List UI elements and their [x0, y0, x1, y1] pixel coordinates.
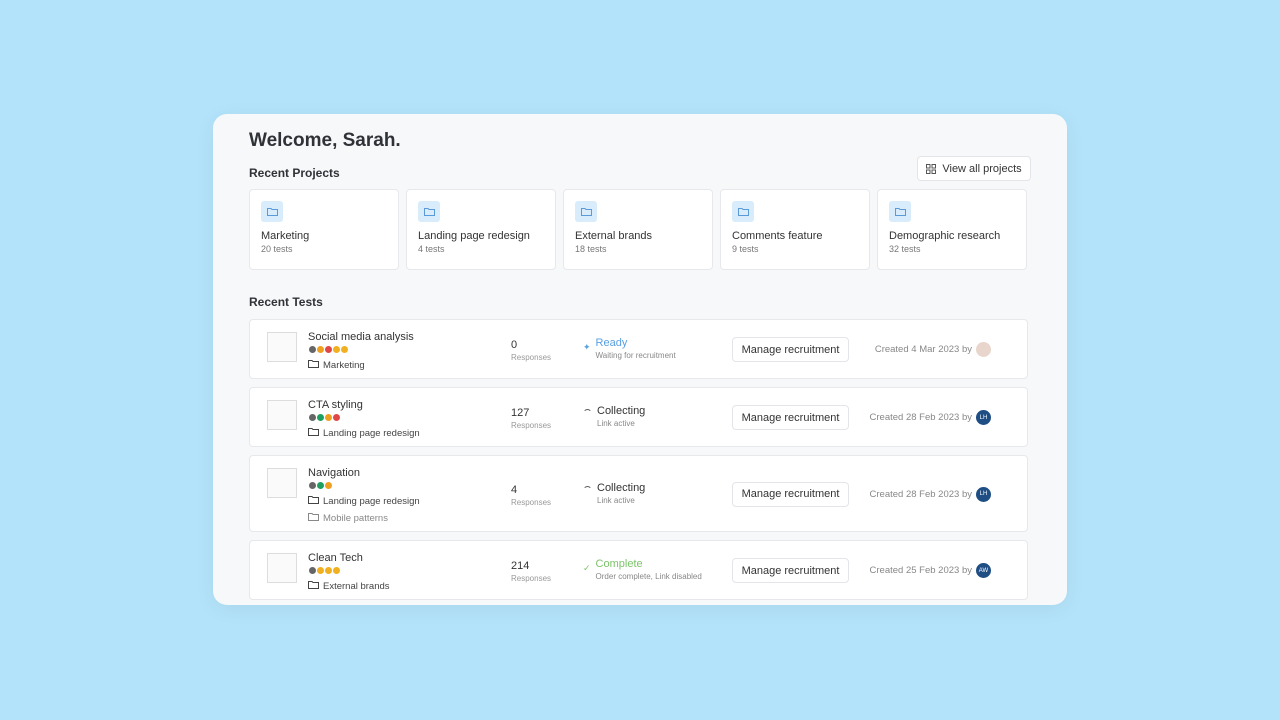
test-thumbnail: [267, 332, 297, 362]
project-card[interactable]: External brands 18 tests: [563, 189, 713, 270]
test-thumbnail: [267, 400, 297, 430]
test-type-badge: [332, 566, 341, 575]
grid-icon: [926, 163, 937, 174]
test-name[interactable]: Social media analysis: [308, 331, 414, 343]
test-row[interactable]: CTA styling Landing page redesign 127 Res…: [249, 387, 1028, 447]
project-name: Marketing: [261, 230, 310, 242]
folder-icon: [732, 201, 754, 222]
project-name: External brands: [575, 230, 653, 242]
created-info: Created 28 Feb 2023 by LH: [870, 410, 991, 425]
test-row[interactable]: Clean Tech External brands 214 Responses …: [249, 540, 1028, 600]
project-card[interactable]: Landing page redesign 4 tests: [406, 189, 556, 270]
test-row[interactable]: Navigation Landing page redesign Mobile …: [249, 455, 1028, 532]
project-card[interactable]: Comments feature 9 tests: [720, 189, 870, 270]
view-all-projects-button[interactable]: View all projects: [917, 156, 1031, 181]
test-status: Collecting Link active: [583, 405, 645, 428]
project-card[interactable]: Marketing 20 tests: [249, 189, 399, 270]
test-badges: [308, 345, 349, 354]
test-project[interactable]: Landing page redesign: [308, 427, 420, 439]
test-project[interactable]: Landing page redesign: [308, 495, 420, 507]
spinner-icon: [583, 405, 592, 428]
created-info: Created 25 Feb 2023 by AW: [870, 563, 991, 578]
view-all-label: View all projects: [942, 162, 1022, 175]
project-test-count: 18 tests: [575, 244, 607, 254]
responses-count: 4 Responses: [511, 483, 552, 507]
folder-icon: [889, 201, 911, 222]
project-name: Demographic research: [889, 230, 1001, 242]
avatar[interactable]: AW: [976, 563, 991, 578]
recent-tests-heading: Recent Tests: [249, 295, 323, 309]
avatar[interactable]: LH: [976, 486, 991, 502]
test-status: ✦ Ready Waiting for recruitment: [583, 337, 676, 360]
test-thumbnail: [267, 468, 297, 498]
spinner-icon: [583, 482, 592, 505]
folder-icon: [261, 201, 283, 222]
responses-count: 214 Responses: [511, 560, 552, 583]
avatar[interactable]: LH: [976, 410, 991, 425]
project-test-count: 32 tests: [889, 244, 921, 254]
project-name: Comments feature: [732, 230, 823, 242]
test-badges: [308, 413, 341, 422]
folder-icon: [308, 580, 319, 592]
test-badges: [308, 566, 341, 575]
test-status: Collecting Link active: [583, 482, 645, 505]
manage-recruitment-button[interactable]: Manage recruitment: [732, 405, 849, 430]
project-name: Landing page redesign: [418, 230, 530, 242]
manage-recruitment-button[interactable]: Manage recruitment: [732, 337, 849, 362]
project-test-count: 4 tests: [418, 244, 445, 254]
test-thumbnail: [267, 553, 297, 583]
check-icon: ✓: [583, 563, 591, 573]
collection-icon: [308, 512, 319, 524]
page-title: Welcome, Sarah.: [249, 130, 401, 151]
test-type-badge: [332, 413, 341, 422]
responses-count: 0 Responses: [511, 339, 552, 362]
dashboard-panel: Welcome, Sarah. Recent Projects View all…: [213, 114, 1067, 605]
responses-count: 127 Responses: [511, 407, 552, 430]
project-test-count: 20 tests: [261, 244, 293, 254]
project-test-count: 9 tests: [732, 244, 759, 254]
test-type-badge: [324, 481, 333, 490]
test-name[interactable]: Navigation: [308, 467, 360, 479]
created-info: Created 4 Mar 2023 by: [875, 342, 991, 357]
folder-icon: [308, 359, 319, 371]
folder-icon: [308, 495, 319, 507]
folder-icon: [308, 427, 319, 439]
test-project[interactable]: External brands: [308, 580, 390, 592]
test-type-badge: [340, 345, 349, 354]
test-project[interactable]: Marketing: [308, 359, 365, 371]
test-collection[interactable]: Mobile patterns: [308, 512, 388, 524]
test-badges: [308, 481, 333, 490]
test-status: ✓ Complete Order complete, Link disabled: [583, 558, 702, 581]
avatar[interactable]: [976, 342, 991, 357]
sparkle-icon: ✦: [583, 342, 591, 352]
test-row[interactable]: Social media analysis Marketing 0 Respons…: [249, 319, 1028, 379]
test-name[interactable]: Clean Tech: [308, 552, 363, 564]
manage-recruitment-button[interactable]: Manage recruitment: [732, 481, 849, 507]
created-info: Created 28 Feb 2023 by LH: [870, 486, 991, 502]
test-name[interactable]: CTA styling: [308, 399, 363, 411]
manage-recruitment-button[interactable]: Manage recruitment: [732, 558, 849, 583]
project-card[interactable]: Demographic research 32 tests: [877, 189, 1027, 270]
folder-icon: [575, 201, 597, 222]
recent-projects-heading: Recent Projects: [249, 166, 340, 180]
folder-icon: [418, 201, 440, 222]
